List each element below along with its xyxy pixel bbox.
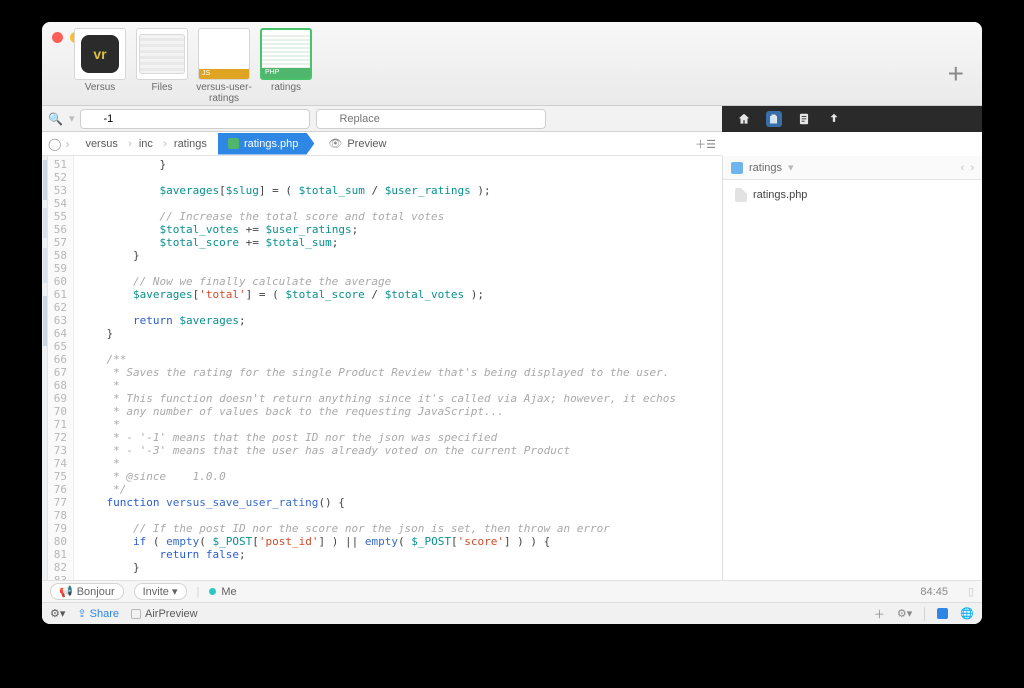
crumb-label: Preview <box>347 138 386 150</box>
presence-dot-icon <box>209 588 216 595</box>
code-area[interactable]: } $averages[$slug] = ( $total_sum / $use… <box>74 156 722 580</box>
me-indicator: Me <box>209 586 236 598</box>
tab-versus[interactable]: vr Versus <box>72 28 128 104</box>
main-split: 51 52 53 54 55 56 57 58 59 60 61 62 63 6… <box>42 156 982 580</box>
tab-label: Files <box>151 82 172 102</box>
settings-gear-icon[interactable]: ⚙︎▾ <box>50 607 65 620</box>
nav-back-button[interactable]: ‹ <box>961 162 965 174</box>
files-thumb-icon <box>139 34 185 74</box>
crumb-ratings[interactable]: ratings <box>164 133 218 155</box>
tab-ratings-php[interactable]: PHP ratings <box>258 28 314 104</box>
status-bar: ⚙︎▾ ⇪ Share AirPreview ＋ ⚙︎▾ 🌐 <box>42 602 982 624</box>
php-file-icon <box>228 138 239 149</box>
folder-name[interactable]: ratings <box>749 162 782 174</box>
tab-files[interactable]: Files <box>134 28 190 104</box>
airpreview-toggle[interactable]: AirPreview <box>131 608 198 620</box>
tab-versus-user-ratings-js[interactable]: JS versus-user- ratings <box>196 28 252 104</box>
titlebar: vr Versus Files JS versus-user- ratings … <box>42 22 982 106</box>
close-window-button[interactable] <box>52 32 63 43</box>
invite-button[interactable]: Invite ▾ <box>134 583 187 600</box>
file-type-php-badge: PHP <box>262 68 310 78</box>
file-row[interactable]: ratings.php <box>731 186 974 204</box>
crumb-label: ratings.php <box>244 138 298 150</box>
eye-icon: 👁 <box>328 137 342 150</box>
breadcrumb-bar: ◯ › versus inc ratings ratings.php 👁 Pre… <box>42 132 722 156</box>
collaboration-bar: 📢 Bonjour Invite ▾ | Me 84:45 ▯ <box>42 580 982 602</box>
open-documents: vr Versus Files JS versus-user- ratings … <box>72 28 314 104</box>
nav-forward-button[interactable]: › <box>970 162 974 174</box>
tab-label: Versus <box>85 82 116 102</box>
file-browser: ratings ▾ ‹ › ratings.php <box>722 156 982 580</box>
file-type-js-badge: JS <box>199 69 249 79</box>
bonjour-button[interactable]: 📢 Bonjour <box>50 583 124 600</box>
home-icon[interactable] <box>736 111 752 127</box>
crumb-inc[interactable]: inc <box>129 133 164 155</box>
view-mode-web-button[interactable]: 🌐 <box>960 607 974 620</box>
tab-label: ratings <box>271 82 301 102</box>
app-window: vr Versus Files JS versus-user- ratings … <box>42 22 982 624</box>
versus-app-icon: vr <box>81 35 119 73</box>
replace-input[interactable] <box>316 109 546 129</box>
files-panel-icon[interactable] <box>766 111 782 127</box>
bonjour-icon: 📢 <box>59 585 73 598</box>
add-symbol-button[interactable]: ＋☰ <box>695 136 716 152</box>
split-editor-button[interactable]: ▯ <box>968 585 974 598</box>
editor: 51 52 53 54 55 56 57 58 59 60 61 62 63 6… <box>42 156 722 580</box>
panel-settings-icon[interactable]: ⚙︎▾ <box>897 607 912 620</box>
cursor-position: 84:45 <box>920 586 948 598</box>
tab-label: versus-user- ratings <box>196 82 252 104</box>
crumb-ratings-php[interactable]: ratings.php <box>218 133 314 155</box>
chevron-right-icon[interactable]: › <box>65 137 69 151</box>
file-icon <box>735 188 747 202</box>
right-action-bar <box>722 106 982 132</box>
new-tab-button[interactable]: + <box>948 58 964 90</box>
crumb-preview[interactable]: 👁 Preview <box>314 133 396 155</box>
view-mode-files-button[interactable] <box>937 608 948 619</box>
document-icon[interactable] <box>796 111 812 127</box>
crumb-versus[interactable]: versus <box>75 133 128 155</box>
search-icon: 🔍 <box>48 112 63 126</box>
find-input[interactable] <box>80 109 310 129</box>
share-button[interactable]: ⇪ Share <box>77 607 119 620</box>
add-button[interactable]: ＋ <box>874 606 885 622</box>
upload-icon[interactable] <box>826 111 842 127</box>
file-name: ratings.php <box>753 189 807 201</box>
dropdown-icon[interactable]: ▾ <box>788 161 794 174</box>
symbol-nav-icon[interactable]: ◯ <box>48 137 61 151</box>
folder-icon <box>731 162 743 174</box>
line-gutter: 51 52 53 54 55 56 57 58 59 60 61 62 63 6… <box>48 156 74 580</box>
